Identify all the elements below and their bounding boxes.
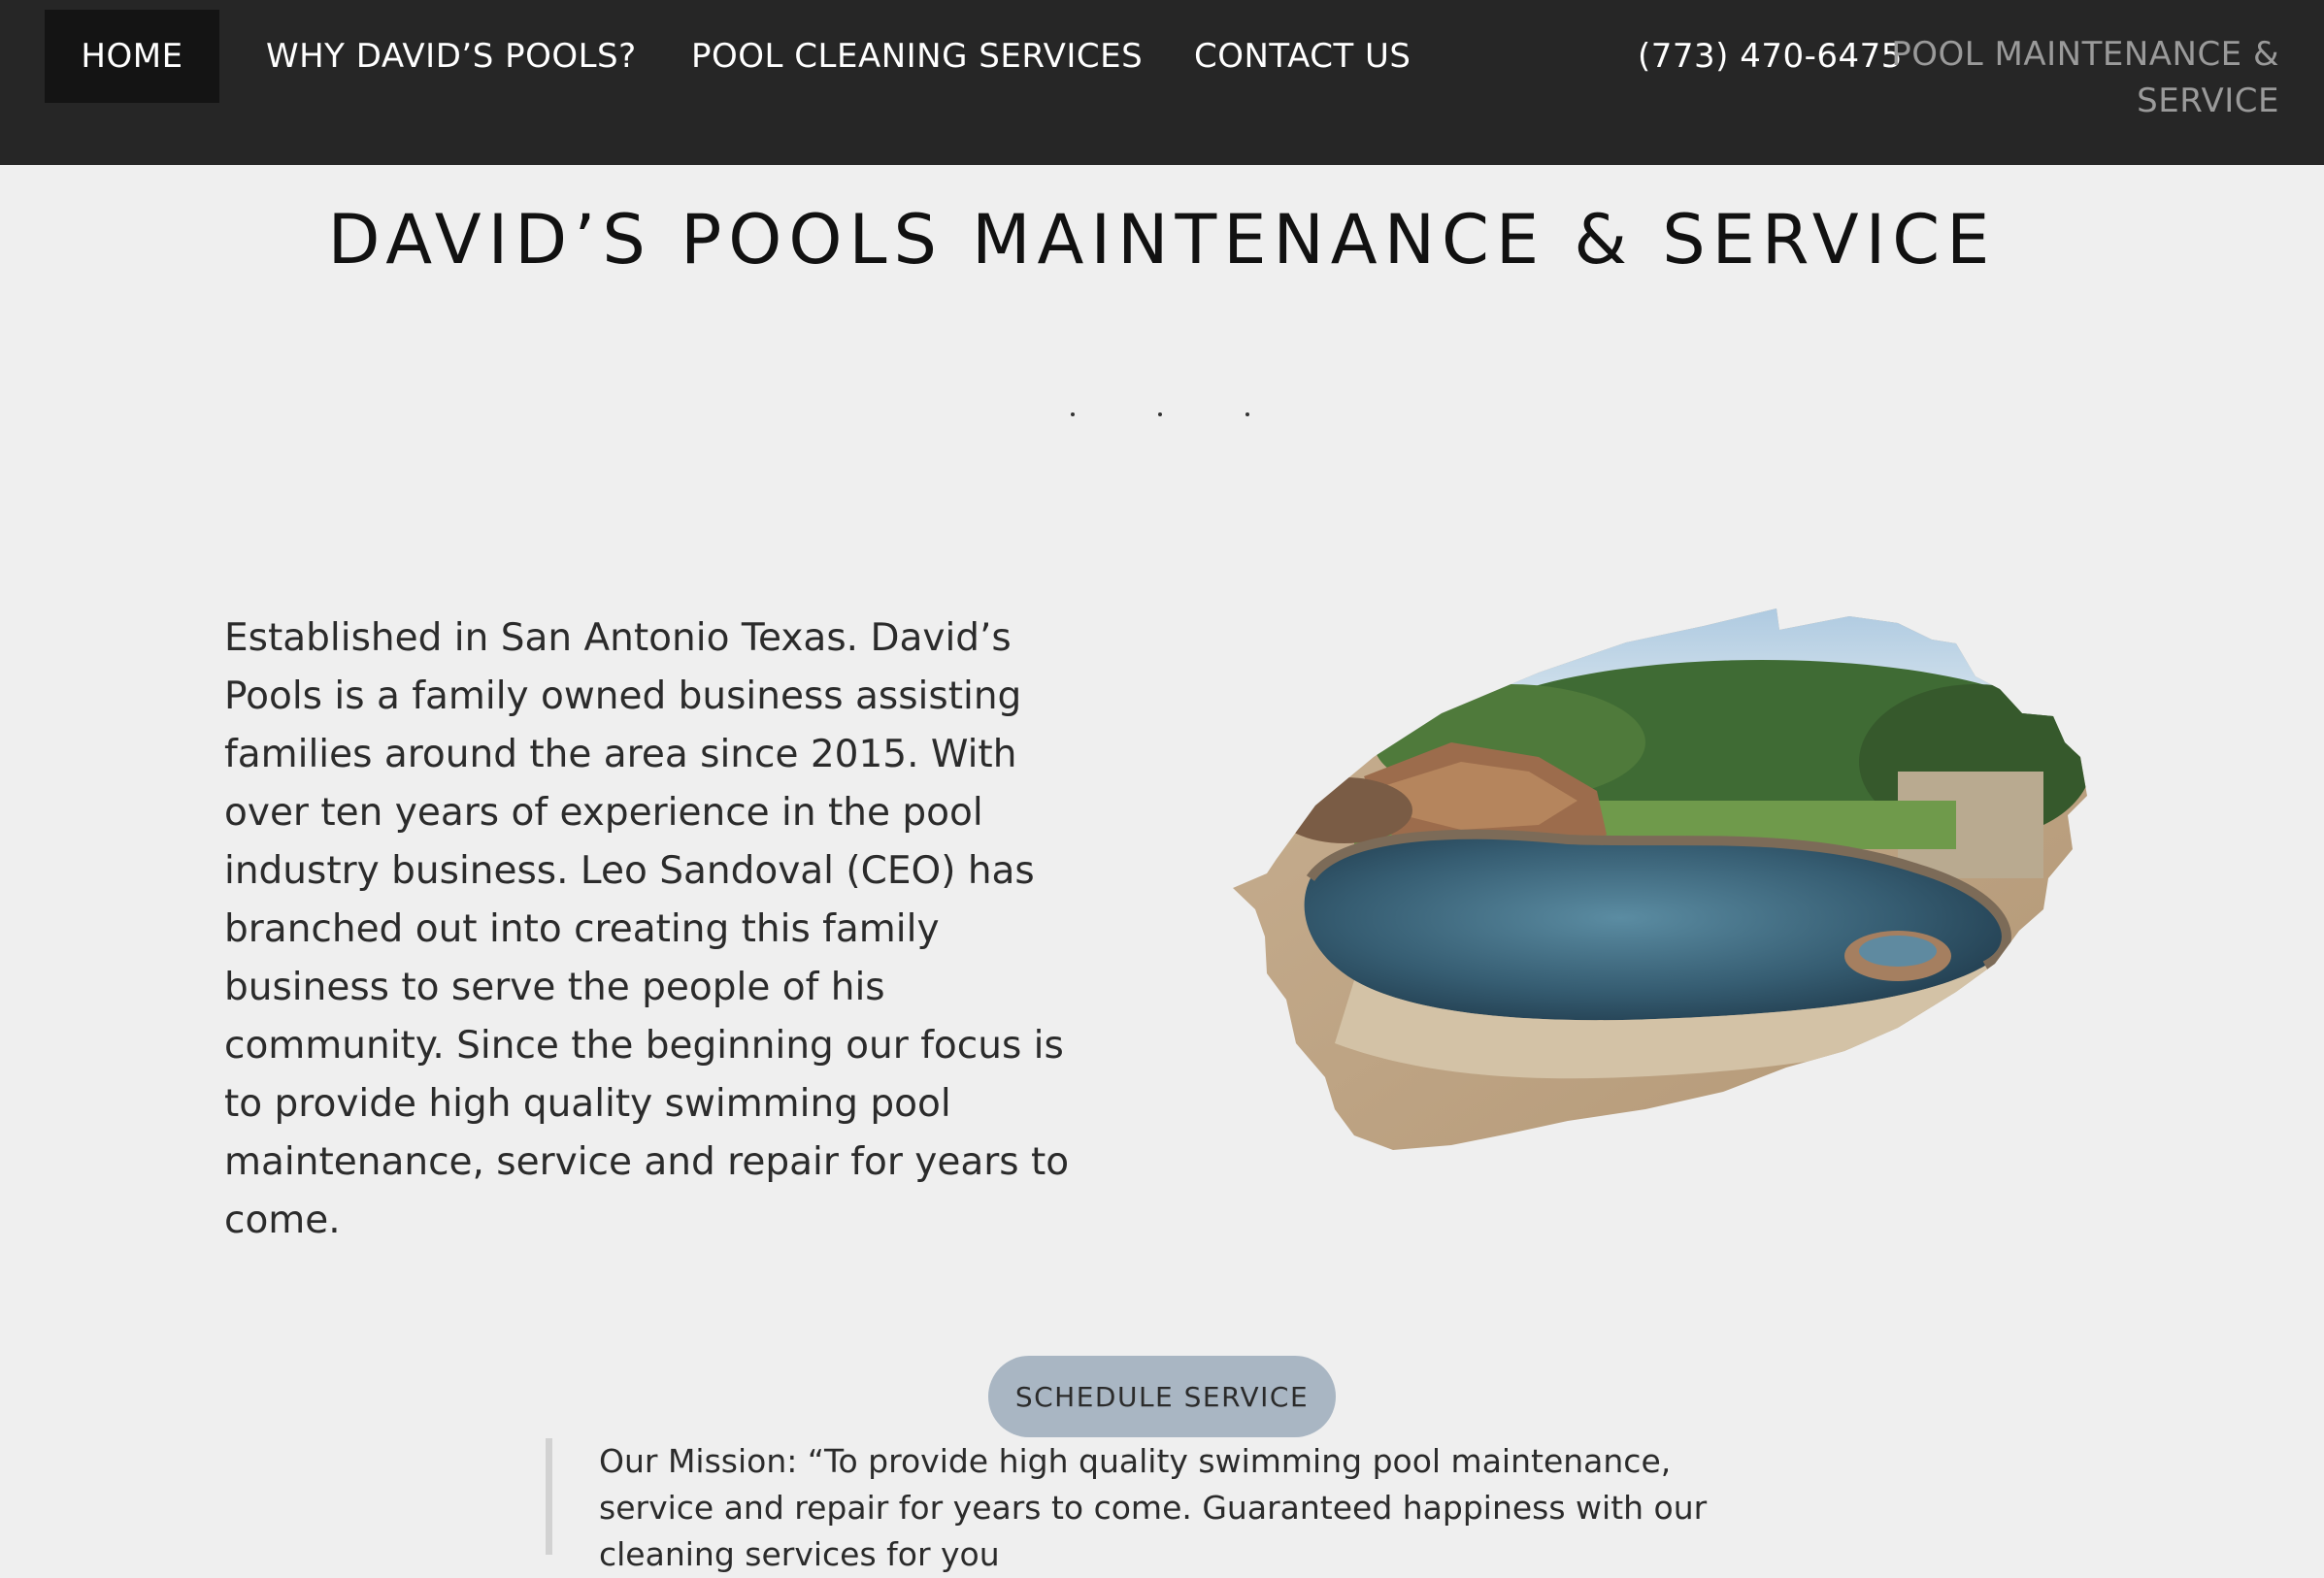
- nav-why-davids-pools[interactable]: WHY DAVID’S POOLS?: [266, 10, 637, 103]
- schedule-service-button[interactable]: SCHEDULE SERVICE: [988, 1356, 1336, 1437]
- decorative-dots: [1065, 412, 1259, 422]
- decorative-dot: [1071, 412, 1075, 416]
- nav-contact-us[interactable]: CONTACT US: [1194, 10, 1411, 103]
- mission-quote: Our Mission: “To provide high quality sw…: [546, 1438, 1788, 1573]
- nav-home[interactable]: HOME: [45, 10, 219, 103]
- intro-paragraph: Established in San Antonio Texas. David’…: [224, 616, 1070, 1242]
- page-title: DAVID’S POOLS MAINTENANCE & SERVICE: [327, 200, 1997, 279]
- top-navigation-bar: HOME WHY DAVID’S POOLS? POOL CLEANING SE…: [0, 0, 2324, 165]
- decorative-dot: [1158, 412, 1162, 416]
- site-brand-link[interactable]: POOL MAINTENANCE & SERVICE: [1872, 31, 2279, 124]
- phone-number-link[interactable]: (773) 470-6475: [1638, 10, 1903, 103]
- decorative-dot: [1245, 412, 1249, 416]
- pool-photo: [1233, 608, 2087, 1150]
- nav-pool-cleaning-services[interactable]: POOL CLEANING SERVICES: [691, 10, 1143, 103]
- mission-text: Our Mission: “To provide high quality sw…: [599, 1442, 1708, 1573]
